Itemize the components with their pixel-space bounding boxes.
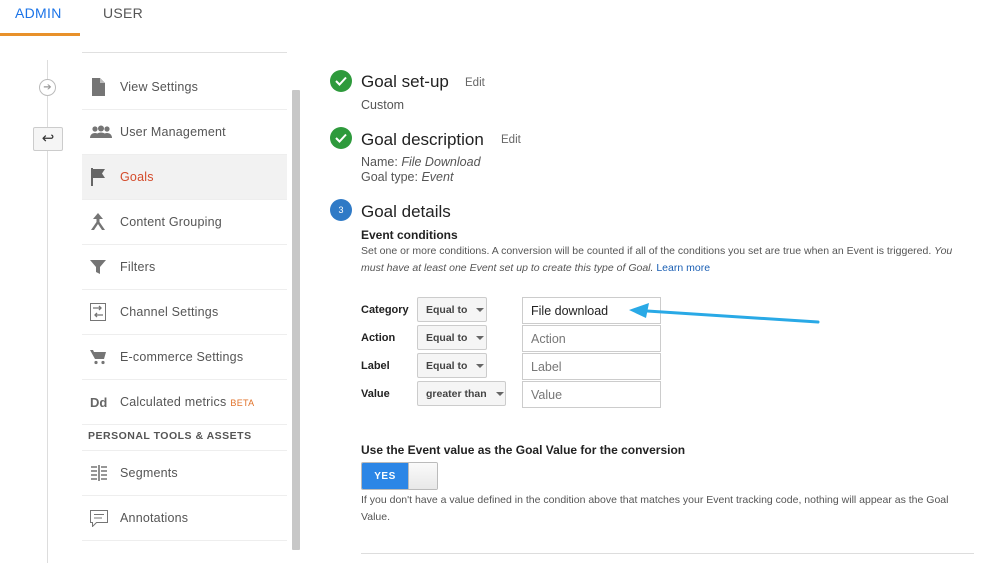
sidebar-item-label: Annotations (120, 511, 189, 525)
sidebar-item-label: Segments (120, 466, 178, 480)
chevron-down-icon (476, 363, 485, 368)
goal-description-check-icon (330, 127, 352, 149)
category-operator-dropdown[interactable]: Equal to (417, 297, 487, 322)
goal-description-edit-link[interactable]: Edit (501, 134, 521, 146)
dropdown-value: Equal to (426, 303, 468, 316)
section-divider (361, 553, 974, 554)
sidebar-divider (82, 52, 287, 53)
sidebar-item-content-grouping[interactable]: Content Grouping (82, 200, 287, 245)
sidebar-item-channel-settings[interactable]: Channel Settings (82, 290, 287, 335)
goal-type-line: Goal type: Event (361, 170, 453, 184)
people-icon (82, 125, 120, 139)
label-operator-dropdown[interactable]: Equal to (417, 353, 487, 378)
sidebar-item-calculated-metrics[interactable]: Dd Calculated metrics BETA (82, 380, 287, 425)
goal-setup-title: Goal set-up (361, 72, 449, 91)
active-tab-indicator (0, 33, 80, 36)
sidebar-item-goals[interactable]: Goals (82, 155, 287, 200)
label-value-input[interactable] (522, 353, 661, 380)
sidebar-item-view-settings[interactable]: View Settings (82, 65, 287, 110)
goal-name-label: Name: (361, 155, 398, 169)
goal-type-value: Event (421, 170, 454, 184)
sidebar-item-label: Content Grouping (120, 215, 222, 229)
sidebar-item-label: Calculated metrics (120, 395, 227, 409)
arrow-circle-icon[interactable]: ➔ (39, 79, 56, 96)
dropdown-value: greater than (426, 387, 487, 400)
sidebar-item-label: Filters (120, 260, 156, 274)
sidebar-item-label: Goals (120, 170, 154, 184)
filter-icon (82, 259, 120, 275)
goal-setup-check-icon (330, 70, 352, 92)
goal-value-toggle[interactable]: YES (361, 462, 438, 490)
sidebar-item-annotations[interactable]: Annotations (82, 496, 287, 541)
chevron-down-icon (476, 335, 485, 340)
goal-type-label: Goal type: (361, 170, 418, 184)
event-conditions-text: Set one or more conditions. A conversion… (361, 245, 932, 257)
sidebar-item-segments[interactable]: Segments (82, 451, 287, 496)
sidebar-item-label: User Management (120, 125, 226, 139)
goal-value-title: Use the Event value as the Goal Value fo… (361, 443, 686, 457)
condition-label-label: Label (361, 360, 390, 372)
annotation-arrow-icon (629, 303, 820, 324)
step-number-badge: 3 (330, 199, 352, 221)
sidebar-item-user-management[interactable]: User Management (82, 110, 287, 155)
chevron-down-icon (495, 391, 504, 396)
goal-details-title: Goal details (361, 202, 451, 221)
event-conditions-title: Event conditions (361, 228, 458, 242)
toggle-label: YES (362, 463, 408, 489)
condition-label-action: Action (361, 332, 396, 344)
cart-icon (82, 349, 120, 365)
condition-label-category: Category (361, 304, 409, 316)
value-value-input[interactable] (522, 381, 661, 408)
goal-details-step-number: 3 (330, 199, 352, 221)
admin-sidebar: View Settings User Management Goals Cont… (82, 65, 287, 541)
goal-setup-value: Custom (361, 98, 405, 112)
event-conditions-description: Set one or more conditions. A conversion… (361, 243, 961, 277)
sidebar-item-label: Channel Settings (120, 305, 219, 319)
goal-value-note: If you don't have a value defined in the… (361, 494, 949, 523)
annotations-icon (82, 509, 120, 527)
goal-setup-edit-link[interactable]: Edit (465, 77, 485, 89)
sidebar-item-label: E-commerce Settings (120, 350, 244, 364)
goal-name-line: Name: File Download (361, 155, 481, 169)
value-operator-dropdown[interactable]: greater than (417, 381, 506, 406)
section-heading-personal-tools: PERSONAL TOOLS & ASSETS (82, 425, 287, 451)
toggle-knob (408, 463, 437, 489)
sidebar-item-ecommerce-settings[interactable]: E-commerce Settings (82, 335, 287, 380)
learn-more-link[interactable]: Learn more (656, 262, 710, 274)
chevron-down-icon (476, 307, 485, 312)
top-tabs: ADMIN USER (0, 0, 994, 36)
segments-icon (82, 465, 120, 481)
grouping-icon (82, 213, 120, 231)
back-arrow-button[interactable]: ↩ (33, 127, 63, 151)
dropdown-value: Equal to (426, 359, 468, 372)
dd-icon: Dd (90, 394, 108, 410)
sidebar-item-label: View Settings (120, 80, 199, 94)
action-operator-dropdown[interactable]: Equal to (417, 325, 487, 350)
tab-user[interactable]: USER (103, 5, 143, 21)
tab-admin[interactable]: ADMIN (15, 5, 62, 21)
dropdown-value: Equal to (426, 331, 468, 344)
sidebar-scrollbar[interactable] (292, 90, 300, 550)
document-icon (82, 78, 120, 96)
goal-description-title: Goal description (361, 130, 484, 149)
flag-icon (82, 168, 120, 186)
goal-name-value: File Download (401, 155, 481, 169)
condition-label-value: Value (361, 388, 390, 400)
beta-badge: BETA (230, 398, 255, 408)
channel-icon (82, 303, 120, 321)
sidebar-item-filters[interactable]: Filters (82, 245, 287, 290)
